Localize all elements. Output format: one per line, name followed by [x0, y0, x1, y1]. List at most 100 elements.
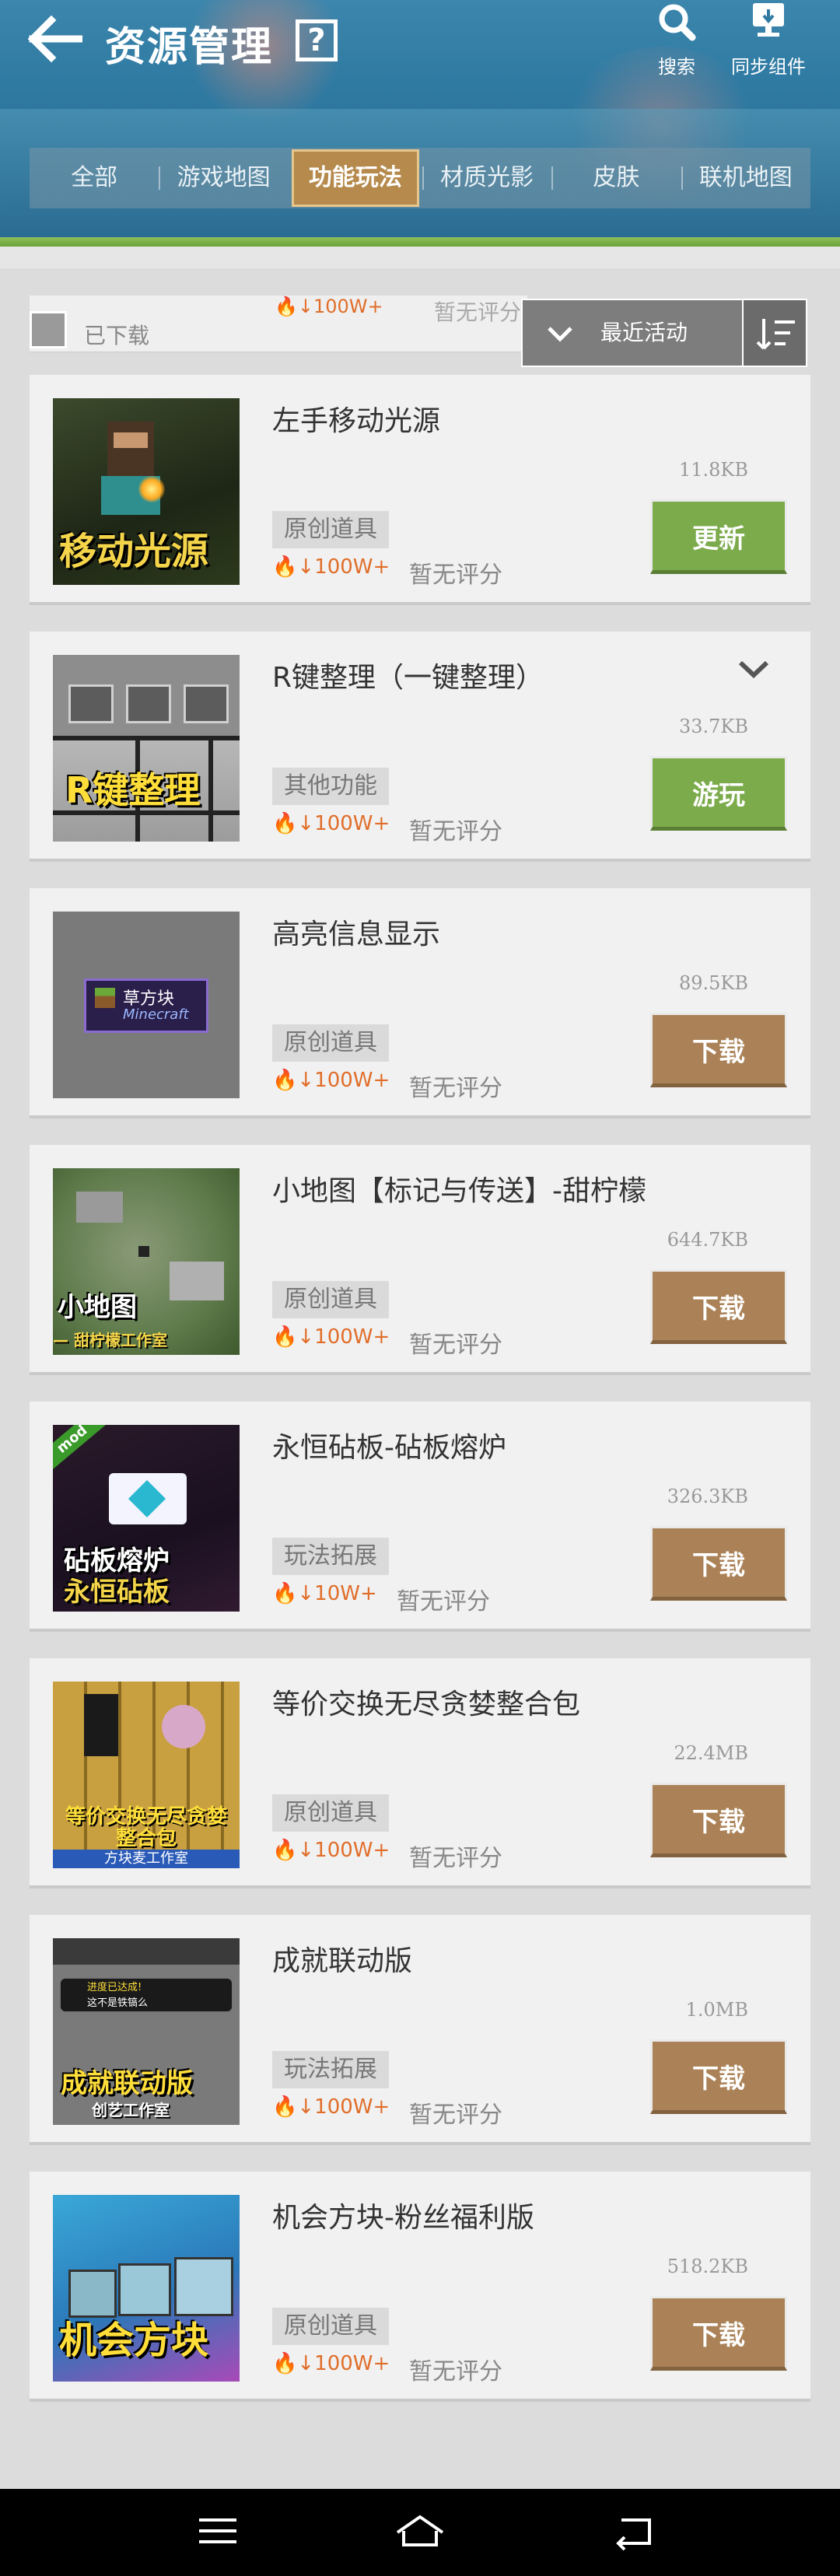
thumb-subcaption: Minecraft — [123, 1006, 189, 1023]
download-button[interactable]: 下载 — [650, 1526, 787, 1601]
item-name: 左手移动光源 — [272, 405, 441, 437]
category-badge: 原创道具 — [272, 1281, 389, 1318]
download-button[interactable]: 下载 — [650, 1013, 787, 1087]
list-item[interactable]: R键整理 R键整理（一键整理） 33.7KB 其他功能 🔥↓100W+ 暂无评分… — [30, 632, 810, 862]
category-badge: 玩法拓展 — [272, 1538, 389, 1575]
rating-text: 暂无评分 — [409, 2102, 502, 2129]
fire-icon: 🔥↓ — [272, 1325, 315, 1349]
download-count: 10W+ — [314, 1582, 377, 1605]
fire-icon: 🔥↓ — [272, 1069, 315, 1092]
item-thumbnail: 小地图 — 甜柠檬工作室 — [53, 1168, 240, 1355]
thumb-caption: 小地图 — [58, 1291, 137, 1323]
chevron-down-icon[interactable] — [736, 655, 772, 686]
fire-icon: 🔥↓ — [272, 1582, 315, 1605]
rating-text: 暂无评分 — [409, 1845, 502, 1872]
category-badge: 原创道具 — [272, 1794, 389, 1832]
app-header: 资源管理 ? 搜索 同步组件 全部 游戏地图 功能玩法 材质光影 皮肤 联机地图 — [0, 0, 840, 241]
item-name: 成就联动版 — [272, 1945, 413, 1977]
filter-row: 已下载 🔥↓100W+ 暂无评分 最近活动 — [30, 296, 810, 367]
list-item[interactable]: 等价交换无尽贪婪 整合包 方块麦工作室 等价交换无尽贪婪整合包 22.4MB 原… — [30, 1658, 810, 1888]
download-count: 100W+ — [314, 1069, 390, 1092]
back-icon[interactable] — [611, 2512, 657, 2551]
thumb-subcaption: 创艺工作室 — [92, 2101, 170, 2119]
thumb-caption: 砧板熔炉 — [64, 1545, 170, 1577]
rating-text: 暂无评分 — [409, 1332, 502, 1359]
item-thumbnail: R键整理 — [53, 655, 240, 842]
tab-textures[interactable]: 材质光影 — [422, 148, 551, 208]
item-name: 永恒砧板-砧板熔炉 — [272, 1432, 506, 1464]
download-count: 100W+ — [314, 2095, 390, 2119]
category-badge: 玩法拓展 — [272, 2051, 389, 2088]
rating-text: 暂无评分 — [409, 1075, 502, 1102]
tab-skins[interactable]: 皮肤 — [551, 148, 681, 208]
thumb-toast-sub: 这不是铁镐么 — [87, 1997, 149, 2009]
download-button[interactable]: 下载 — [650, 1783, 787, 1857]
list-item-partial: 已下载 🔥↓100W+ 暂无评分 — [30, 296, 527, 352]
fire-icon: 🔥↓ — [272, 2352, 315, 2375]
rating-text: 暂无评分 — [409, 562, 502, 589]
system-navigation-bar — [0, 2489, 840, 2576]
downloaded-checkbox[interactable] — [30, 311, 67, 348]
play-button[interactable]: 游玩 — [650, 756, 787, 831]
download-button[interactable]: 下载 — [650, 2039, 787, 2114]
rating-text: 暂无评分 — [409, 2358, 502, 2385]
rating-text: 暂无评分 — [434, 299, 522, 325]
thumb-subcaption: 整合包 — [115, 1827, 177, 1850]
download-button[interactable]: 下载 — [650, 1269, 787, 1344]
fire-icon: 🔥↓ — [272, 812, 315, 835]
thumb-toast: 进度已达成! — [87, 1982, 142, 1993]
item-size: 89.5KB — [678, 972, 748, 994]
tab-gameplay[interactable]: 功能玩法 — [291, 149, 419, 207]
sync-monitor-icon — [753, 3, 784, 37]
update-button[interactable]: 更新 — [650, 499, 787, 574]
sort-dropdown[interactable]: 最近活动 — [521, 299, 770, 367]
sort-order-button[interactable] — [742, 299, 807, 367]
item-thumbnail: 草方块 Minecraft — [53, 912, 240, 1098]
thumb-studio: 方块麦工作室 — [53, 1850, 240, 1868]
sync-components-button[interactable]: 同步组件 — [714, 0, 823, 79]
sync-label: 同步组件 — [731, 56, 806, 78]
list-item[interactable]: 草方块 Minecraft 高亮信息显示 89.5KB 原创道具 🔥↓100W+… — [30, 888, 810, 1118]
list-item[interactable]: mod 砧板熔炉 永恒砧板 永恒砧板-砧板熔炉 326.3KB 玩法拓展 🔥↓1… — [30, 1402, 810, 1632]
tab-all[interactable]: 全部 — [30, 148, 159, 208]
page-title: 资源管理 — [105, 24, 274, 71]
tab-game-maps[interactable]: 游戏地图 — [159, 148, 288, 208]
download-count: 100W+ — [314, 1325, 390, 1349]
list-item[interactable]: 机会方块 机会方块-粉丝福利版 518.2KB 原创道具 🔥↓100W+ 暂无评… — [30, 2172, 810, 2402]
item-name: 高亮信息显示 — [272, 919, 441, 950]
list-item[interactable]: 移动光源 左手移动光源 11.8KB 原创道具 🔥↓100W+ 暂无评分 更新 — [30, 375, 810, 605]
download-count: 100W+ — [314, 812, 390, 835]
thumb-subcaption: 永恒砧板 — [64, 1576, 170, 1608]
category-badge: 原创道具 — [272, 511, 389, 548]
back-arrow-icon[interactable] — [28, 16, 82, 62]
list-item[interactable]: 小地图 — 甜柠檬工作室 小地图【标记与传送】-甜柠檬 644.7KB 原创道具… — [30, 1145, 810, 1375]
tab-multiplayer-maps[interactable]: 联机地图 — [681, 148, 810, 208]
download-button[interactable]: 下载 — [650, 2296, 787, 2371]
download-count: 100W+ — [314, 2352, 390, 2375]
search-label: 搜索 — [658, 56, 695, 78]
list-item[interactable]: 进度已达成! 这不是铁镐么 成就联动版 创艺工作室 成就联动版 1.0MB 玩法… — [30, 1915, 810, 2145]
item-size: 33.7KB — [678, 716, 748, 737]
fire-icon: 🔥↓ — [272, 1839, 315, 1862]
item-name: R键整理（一键整理） — [272, 662, 544, 694]
rating-text: 暂无评分 — [397, 1588, 490, 1615]
mod-badge: mod — [53, 1425, 106, 1470]
item-size: 1.0MB — [685, 1999, 748, 2021]
item-name: 等价交换无尽贪婪整合包 — [272, 1689, 581, 1720]
item-size: 518.2KB — [667, 2256, 748, 2277]
item-name: 小地图【标记与传送】-甜柠檬 — [272, 1175, 646, 1207]
sort-list-icon — [756, 319, 795, 350]
thumb-caption: 成就联动版 — [61, 2067, 193, 2099]
item-thumbnail: 进度已达成! 这不是铁镐么 成就联动版 创艺工作室 — [53, 1938, 240, 2125]
help-icon[interactable]: ? — [296, 19, 338, 61]
chevron-down-icon — [548, 327, 572, 342]
home-icon[interactable] — [393, 2512, 447, 2551]
sort-label: 最近活动 — [600, 320, 688, 345]
item-size: 326.3KB — [667, 1486, 748, 1507]
downloaded-label: 已下载 — [84, 323, 150, 348]
fire-icon: 🔥↓ — [272, 555, 315, 579]
menu-icon[interactable] — [194, 2512, 241, 2551]
category-badge: 原创道具 — [272, 2308, 389, 2345]
search-icon — [659, 4, 696, 41]
thumb-subcaption: — 甜柠檬工作室 — [53, 1331, 167, 1349]
